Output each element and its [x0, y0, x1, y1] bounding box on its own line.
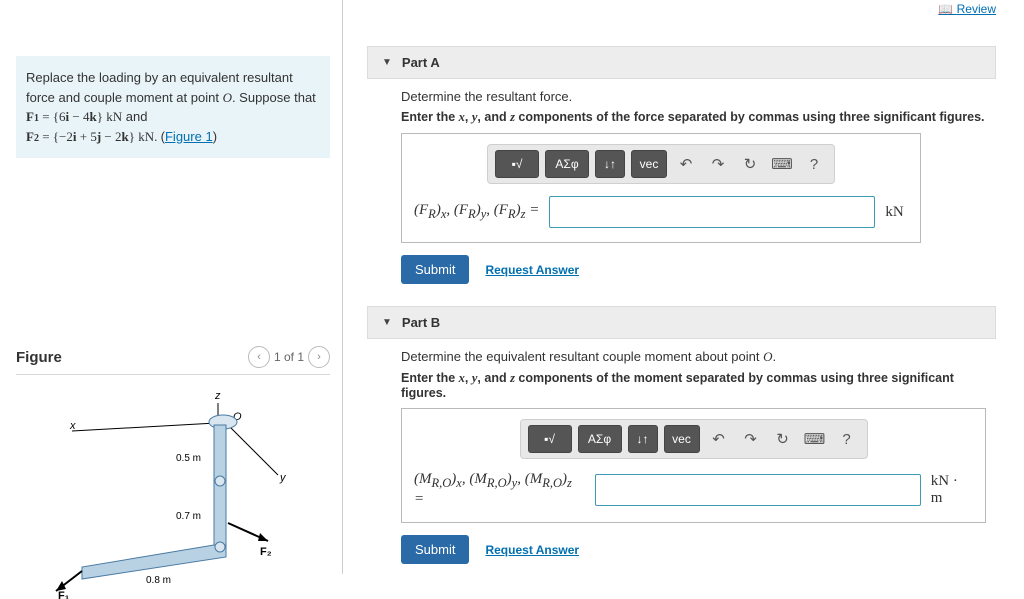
dim-a: 0.5 m: [176, 453, 201, 464]
collapse-icon: ▼: [382, 317, 392, 328]
subscript-button[interactable]: ↓↑: [595, 150, 625, 178]
part-a-var-label: (FR)x, (FR)y, (FR)z =: [414, 202, 539, 222]
part-b-toolbar: ▪√ ΑΣφ ↓↑ vec ↶ ↷ ↻ ⌨ ?: [520, 419, 868, 459]
intro-text-1b: . Suppose that: [232, 90, 316, 105]
intro-O: O: [223, 90, 232, 105]
figure-title: Figure: [16, 349, 62, 366]
dim-b: 0.7 m: [176, 511, 201, 522]
figure-pager: ‹ 1 of 1 ›: [248, 346, 330, 368]
redo-button[interactable]: ↷: [705, 150, 731, 178]
keyboard-button[interactable]: ⌨: [802, 425, 828, 453]
figure-next-button[interactable]: ›: [308, 346, 330, 368]
axis-z: z: [214, 390, 221, 402]
help-button[interactable]: ?: [801, 150, 827, 178]
part-a-toolbar: ▪√ ΑΣφ ↓↑ vec ↶ ↷ ↻ ⌨ ?: [487, 144, 835, 184]
part-a-hint: Enter the x, y, and z components of the …: [367, 110, 996, 133]
part-a-input[interactable]: [549, 196, 875, 228]
vec-button[interactable]: vec: [631, 150, 667, 178]
subscript-button[interactable]: ↓↑: [628, 425, 658, 453]
part-a-title: Part A: [402, 55, 440, 70]
template-button[interactable]: ▪√: [495, 150, 539, 178]
intro-F1: F1 = {6i − 4k} kN: [26, 109, 122, 124]
part-b-title: Part B: [402, 315, 440, 330]
reset-button[interactable]: ↻: [737, 150, 763, 178]
undo-button[interactable]: ↶: [673, 150, 699, 178]
part-b-submit-button[interactable]: Submit: [401, 535, 469, 564]
force-F2: F₂: [260, 546, 272, 558]
help-button[interactable]: ?: [834, 425, 860, 453]
axis-y: y: [279, 472, 287, 484]
part-a-header[interactable]: ▼ Part A: [367, 46, 996, 79]
part-b-prompt: Determine the equivalent resultant coupl…: [367, 339, 996, 371]
figure-link[interactable]: Figure 1: [165, 129, 213, 144]
greek-button[interactable]: ΑΣφ: [545, 150, 589, 178]
figure-header: Figure ‹ 1 of 1 ›: [16, 346, 330, 375]
part-b-unit: kN · m: [931, 473, 973, 507]
undo-button[interactable]: ↶: [706, 425, 732, 453]
part-a-submit-button[interactable]: Submit: [401, 255, 469, 284]
reset-button[interactable]: ↻: [770, 425, 796, 453]
vec-button[interactable]: vec: [664, 425, 700, 453]
part-b-input[interactable]: [595, 474, 921, 506]
greek-button[interactable]: ΑΣφ: [578, 425, 622, 453]
intro-and: and: [122, 109, 147, 124]
axis-x: x: [69, 420, 76, 432]
intro-F2: F2 = {−2i + 5j − 2k} kN.: [26, 129, 161, 144]
figure-page-indicator: 1 of 1: [274, 350, 304, 364]
problem-intro: Replace the loading by an equivalent res…: [16, 56, 330, 158]
part-a-unit: kN: [885, 204, 903, 221]
force-F1: F₁: [58, 590, 70, 599]
dim-c: 0.8 m: [146, 575, 171, 586]
part-a-prompt: Determine the resultant force.: [367, 79, 996, 110]
collapse-icon: ▼: [382, 57, 392, 68]
keyboard-button[interactable]: ⌨: [769, 150, 795, 178]
part-a-answer-box: ▪√ ΑΣφ ↓↑ vec ↶ ↷ ↻ ⌨ ? (FR)x, (FR)y, (F…: [401, 133, 921, 243]
part-b-request-answer[interactable]: Request Answer: [485, 543, 579, 557]
template-button[interactable]: ▪√: [528, 425, 572, 453]
part-b-hint: Enter the x, y, and z components of the …: [367, 371, 996, 408]
review-link[interactable]: 📖 Review: [367, 0, 996, 18]
figure-image: z O x y 0.5 m 0.7 m F₂ 0.8 m: [16, 389, 330, 599]
part-b-header[interactable]: ▼ Part B: [367, 306, 996, 339]
figure-prev-button[interactable]: ‹: [248, 346, 270, 368]
part-b-var-label: (MR,O)x, (MR,O)y, (MR,O)z =: [414, 471, 585, 508]
redo-button[interactable]: ↷: [738, 425, 764, 453]
part-a-request-answer[interactable]: Request Answer: [485, 263, 579, 277]
part-b-answer-box: ▪√ ΑΣφ ↓↑ vec ↶ ↷ ↻ ⌨ ? (MR,O)x, (MR,O)y…: [401, 408, 986, 523]
